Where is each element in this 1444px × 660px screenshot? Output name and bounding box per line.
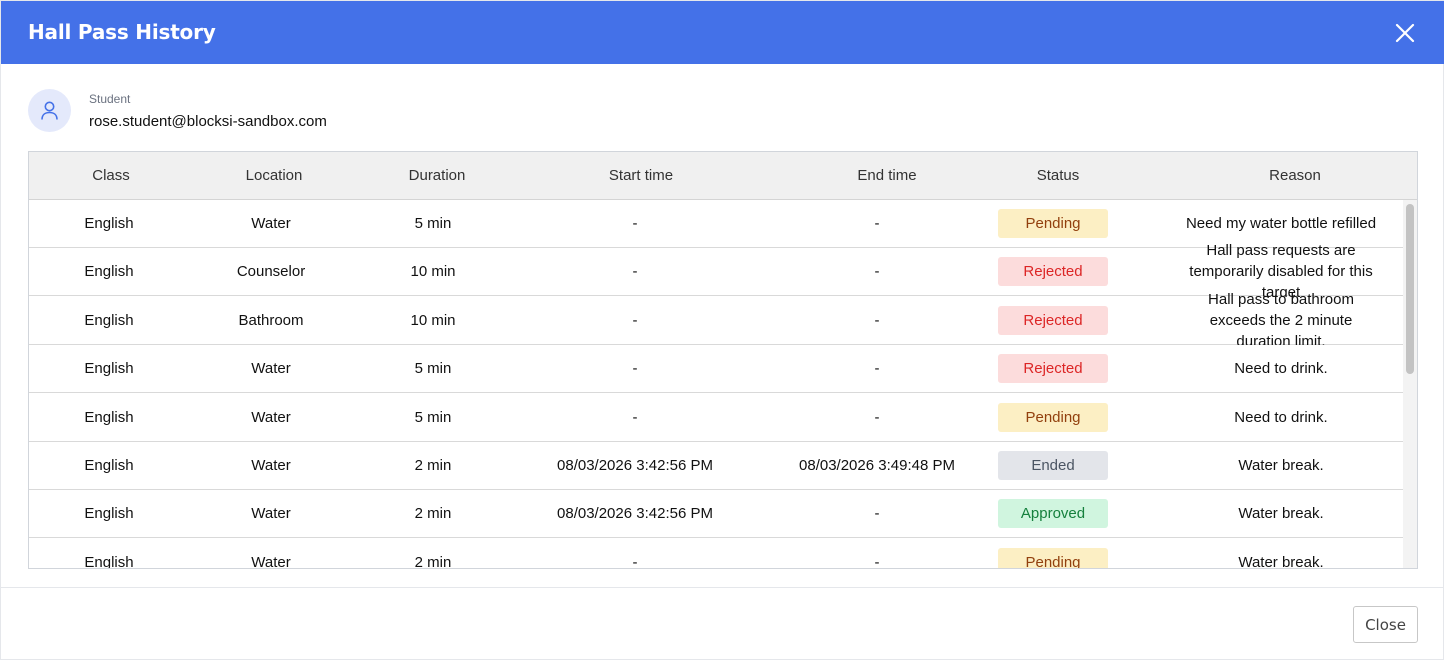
student-email: rose.student@blocksi-sandbox.com xyxy=(89,113,327,130)
cell-reason-text: Water break. xyxy=(1238,505,1324,522)
close-icon[interactable] xyxy=(1392,20,1418,46)
cell-end-time: - xyxy=(874,409,880,426)
cell-class: English xyxy=(84,505,134,522)
table-scrollbar[interactable] xyxy=(1403,200,1417,568)
status-badge: Pending xyxy=(998,209,1108,238)
cell-class: English xyxy=(84,312,134,329)
cell-end-time: - xyxy=(874,505,880,522)
cell-reason-text: Water break. xyxy=(1238,457,1324,474)
column-header-duration: Duration xyxy=(408,167,466,184)
cell-start-time: - xyxy=(632,263,638,280)
column-header-location: Location xyxy=(245,167,303,184)
column-header-start-time: Start time xyxy=(608,167,674,184)
cell-reason-text: Need my water bottle refilled xyxy=(1185,215,1377,232)
cell-reason-text: Need to drink. xyxy=(1234,409,1328,426)
status-badge: Rejected xyxy=(998,306,1108,335)
student-label: Student xyxy=(89,92,131,106)
table-row[interactable]: English Water 5 min - - Rejected Need to drink… xyxy=(29,345,1403,393)
cell-start-time: - xyxy=(632,360,638,377)
cell-end-time: - xyxy=(874,263,880,280)
cell-reason: Water break. xyxy=(1181,539,1381,569)
cell-end-time: - xyxy=(874,554,880,569)
cell-reason: Hall pass to bathroom exceeds the 2 minu… xyxy=(1181,291,1381,350)
table-body: English Water 5 min - - Pending Need my water … xyxy=(29,200,1403,569)
table-header: Class Location Duration Start time End t… xyxy=(29,152,1417,200)
table-row[interactable]: English Water 2 min 08/03/2026 3:42:56 PM - A… xyxy=(29,490,1403,538)
close-button[interactable]: Close xyxy=(1353,606,1418,643)
cell-location: Bathroom xyxy=(238,312,304,329)
cell-start-time: - xyxy=(632,409,638,426)
cell-start-time: - xyxy=(632,554,638,569)
dialog-title: Hall Pass History xyxy=(28,20,216,44)
cell-location: Water xyxy=(251,215,291,232)
cell-reason-text: Hall pass to bathroom exceeds the 2 minu… xyxy=(1208,291,1354,350)
table-row[interactable]: English Water 2 min - - Pending Water break. xyxy=(29,539,1403,569)
table-row[interactable]: English Bathroom 10 min - - Rejected Hall pass… xyxy=(29,291,1403,350)
cell-duration: 5 min xyxy=(414,409,452,426)
cell-duration: 2 min xyxy=(414,457,452,474)
cell-duration: 2 min xyxy=(414,505,452,522)
table-row[interactable]: English Water 2 min 08/03/2026 3:42:56 PM 08… xyxy=(29,442,1403,490)
cell-duration: 5 min xyxy=(414,215,452,232)
dialog-footer: Close xyxy=(1,587,1443,660)
cell-location: Water xyxy=(251,360,291,377)
cell-start-time: 08/03/2026 3:42:56 PM xyxy=(557,505,713,522)
cell-location: Water xyxy=(251,457,291,474)
cell-reason-text: Need to drink. xyxy=(1234,360,1328,377)
cell-class: English xyxy=(84,360,134,377)
cell-start-time: - xyxy=(632,215,638,232)
status-badge: Pending xyxy=(998,548,1108,568)
column-header-class: Class xyxy=(92,167,130,184)
cell-reason: Water break. xyxy=(1181,490,1381,537)
cell-reason: Hall pass requests are temporarily disab… xyxy=(1181,242,1381,301)
status-badge: Approved xyxy=(998,499,1108,528)
column-header-end-time: End time xyxy=(857,167,917,184)
cell-location: Water xyxy=(251,505,291,522)
hall-pass-table: Class Location Duration Start time End t… xyxy=(28,151,1418,569)
scroll-thumb[interactable] xyxy=(1406,204,1414,374)
avatar xyxy=(28,89,71,132)
status-badge: Ended xyxy=(998,451,1108,480)
cell-end-time: - xyxy=(874,360,880,377)
cell-class: English xyxy=(84,409,134,426)
status-badge: Rejected xyxy=(998,257,1108,286)
cell-duration: 2 min xyxy=(414,554,452,569)
table-row[interactable]: English Water 5 min - - Pending Need to drink. xyxy=(29,394,1403,442)
cell-location: Water xyxy=(251,409,291,426)
cell-duration: 5 min xyxy=(414,360,452,377)
dialog-header: Hall Pass History xyxy=(1,1,1444,64)
cell-reason: Need to drink. xyxy=(1181,345,1381,392)
cell-start-time: 08/03/2026 3:42:56 PM xyxy=(557,457,713,474)
cell-class: English xyxy=(84,263,134,280)
column-header-reason: Reason xyxy=(1269,167,1321,184)
cell-location: Water xyxy=(251,554,291,569)
cell-class: English xyxy=(84,554,134,569)
cell-start-time: - xyxy=(632,312,638,329)
cell-end-time: - xyxy=(874,312,880,329)
cell-class: English xyxy=(84,457,134,474)
cell-reason: Water break. xyxy=(1181,442,1381,489)
cell-end-time: 08/03/2026 3:49:48 PM xyxy=(799,457,955,474)
cell-reason-text: Water break. xyxy=(1238,554,1324,569)
status-badge: Rejected xyxy=(998,354,1108,383)
cell-duration: 10 min xyxy=(410,312,456,329)
cell-class: English xyxy=(84,215,134,232)
cell-duration: 10 min xyxy=(410,263,456,280)
cell-reason: Need to drink. xyxy=(1181,394,1381,441)
cell-location: Counselor xyxy=(236,263,306,280)
cell-end-time: - xyxy=(874,215,880,232)
hall-pass-history-dialog: Hall Pass History Student rose.student@b… xyxy=(0,0,1444,660)
column-header-status: Status xyxy=(1036,167,1080,184)
status-badge: Pending xyxy=(998,403,1108,432)
